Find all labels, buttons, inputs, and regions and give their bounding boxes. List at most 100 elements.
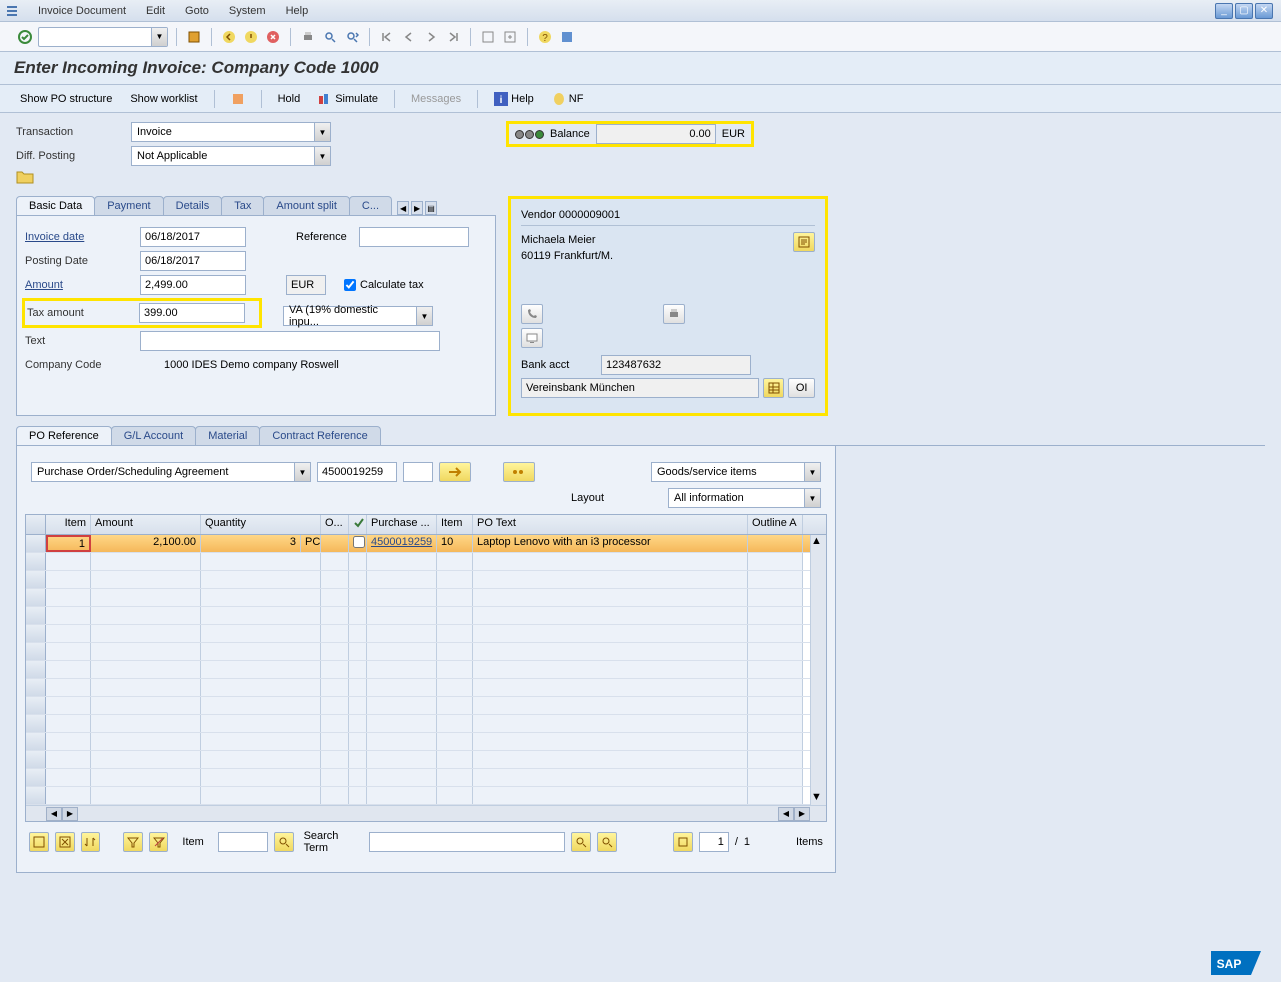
tab-tax[interactable]: Tax	[221, 196, 264, 215]
items-count-label: Items	[796, 836, 823, 848]
menu-help[interactable]: Help	[276, 5, 319, 17]
layout-dropdown[interactable]: All information▼	[668, 488, 821, 508]
invoice-date-input[interactable]	[140, 227, 246, 247]
search-term-input[interactable]	[369, 832, 565, 852]
select-all-button[interactable]	[29, 832, 49, 852]
open-items-button[interactable]: OI	[788, 378, 815, 398]
app-menu-icon[interactable]	[4, 3, 20, 19]
goods-filter-dropdown[interactable]: Goods/service items▼	[651, 462, 821, 482]
calculate-tax-checkbox[interactable]	[344, 279, 356, 291]
hold-button[interactable]: Hold	[272, 91, 307, 107]
vendor-phone-button[interactable]	[521, 304, 543, 324]
more-options-button[interactable]	[503, 462, 535, 482]
col-order-unit[interactable]: O...	[321, 515, 349, 534]
grid-scrollbar-v[interactable]: ▲ ▼	[810, 535, 826, 805]
tab-scroll-right[interactable]: ▶	[411, 201, 423, 215]
tab-amount-split[interactable]: Amount split	[263, 196, 350, 215]
col-outline[interactable]: Outline A	[748, 515, 803, 534]
position-button[interactable]	[673, 832, 693, 852]
diff-posting-dropdown[interactable]: Not Applicable▼	[131, 146, 331, 166]
tab-details[interactable]: Details	[163, 196, 223, 215]
amount-input[interactable]	[140, 275, 246, 295]
execute-arrow-button[interactable]	[439, 462, 471, 482]
tab-payment[interactable]: Payment	[94, 196, 163, 215]
col-po-text[interactable]: PO Text	[473, 515, 748, 534]
row-checkbox[interactable]	[353, 536, 365, 548]
col-quantity[interactable]: Quantity	[201, 515, 321, 534]
delete-filter-button[interactable]	[149, 832, 169, 852]
print-icon[interactable]	[299, 28, 317, 46]
sort-button[interactable]	[81, 832, 101, 852]
tab-scroll-left[interactable]: ◀	[397, 201, 409, 215]
enter-icon[interactable]	[16, 28, 34, 46]
tab-contacts[interactable]: C...	[349, 196, 392, 215]
posting-date-label: Posting Date	[25, 255, 140, 267]
text-input[interactable]	[140, 331, 440, 351]
tab-basic-data[interactable]: Basic Data	[16, 196, 95, 215]
amount-label[interactable]: Amount	[25, 279, 140, 291]
next-page-icon[interactable]	[422, 28, 440, 46]
tab-gl-account[interactable]: G/L Account	[111, 426, 197, 445]
show-po-structure-button[interactable]: Show PO structure	[14, 91, 118, 107]
last-page-icon[interactable]	[444, 28, 462, 46]
transaction-dropdown[interactable]: Invoice▼	[131, 122, 331, 142]
generate-shortcut-icon[interactable]	[501, 28, 519, 46]
po-number-input[interactable]	[317, 462, 397, 482]
tax-code-dropdown[interactable]: VA (19% domestic inpu...▼	[283, 306, 433, 326]
find-icon[interactable]	[321, 28, 339, 46]
tab-list[interactable]: ▤	[425, 201, 437, 215]
save-icon[interactable]	[185, 28, 203, 46]
vendor-print-button[interactable]	[663, 304, 685, 324]
exit-icon[interactable]	[242, 28, 260, 46]
folder-icon[interactable]	[16, 169, 34, 185]
menu-system[interactable]: System	[219, 5, 276, 17]
col-checkbox[interactable]	[349, 515, 367, 534]
nf-button[interactable]: NF	[546, 90, 590, 108]
tab-contract-reference[interactable]: Contract Reference	[259, 426, 380, 445]
command-field[interactable]: ▼	[38, 27, 168, 47]
po-type-dropdown[interactable]: Purchase Order/Scheduling Agreement▼	[31, 462, 311, 482]
vendor-display-button[interactable]	[521, 328, 543, 348]
cancel-icon[interactable]	[264, 28, 282, 46]
tab-material[interactable]: Material	[195, 426, 260, 445]
help-icon[interactable]: ?	[536, 28, 554, 46]
window-close[interactable]: ✕	[1255, 3, 1273, 19]
deselect-all-button[interactable]	[55, 832, 75, 852]
window-maximize[interactable]: ▢	[1235, 3, 1253, 19]
menu-edit[interactable]: Edit	[136, 5, 175, 17]
col-po-item[interactable]: Item	[437, 515, 473, 534]
back-icon[interactable]	[220, 28, 238, 46]
invoice-date-label[interactable]: Invoice date	[25, 231, 140, 243]
find-in-grid-button[interactable]	[571, 832, 591, 852]
window-minimize[interactable]: _	[1215, 3, 1233, 19]
menu-goto[interactable]: Goto	[175, 5, 219, 17]
table-row[interactable]: 1 2,100.00 3 PC 4500019259 10 Laptop Len…	[26, 535, 810, 553]
other-invoice-document-button[interactable]	[225, 90, 251, 108]
page-input[interactable]	[699, 832, 729, 852]
col-item[interactable]: Item	[46, 515, 91, 534]
simulate-button[interactable]: Simulate	[312, 90, 384, 108]
col-amount[interactable]: Amount	[91, 515, 201, 534]
find-next-grid-button[interactable]	[597, 832, 617, 852]
tab-po-reference[interactable]: PO Reference	[16, 426, 112, 445]
menu-invoice-document[interactable]: Invoice Document	[28, 5, 136, 17]
po-item-input[interactable]	[403, 462, 433, 482]
prev-page-icon[interactable]	[400, 28, 418, 46]
tax-amount-input[interactable]	[139, 303, 245, 323]
item-bottom-input[interactable]	[218, 832, 268, 852]
help-app-button[interactable]: iHelp	[488, 90, 540, 108]
grid-scrollbar-h[interactable]: ◀ ▶ ◀ ▶	[26, 805, 826, 821]
posting-date-input[interactable]	[140, 251, 246, 271]
first-page-icon[interactable]	[378, 28, 396, 46]
filter-button[interactable]	[123, 832, 143, 852]
create-session-icon[interactable]	[479, 28, 497, 46]
search-grid-button[interactable]	[274, 832, 294, 852]
vendor-address-button[interactable]	[793, 232, 815, 252]
text-label: Text	[25, 335, 140, 347]
show-worklist-button[interactable]: Show worklist	[124, 91, 203, 107]
layout-icon[interactable]	[558, 28, 576, 46]
reference-input[interactable]	[359, 227, 469, 247]
find-next-icon[interactable]	[343, 28, 361, 46]
bank-grid-button[interactable]	[763, 378, 784, 398]
col-purchase-order[interactable]: Purchase ...	[367, 515, 437, 534]
